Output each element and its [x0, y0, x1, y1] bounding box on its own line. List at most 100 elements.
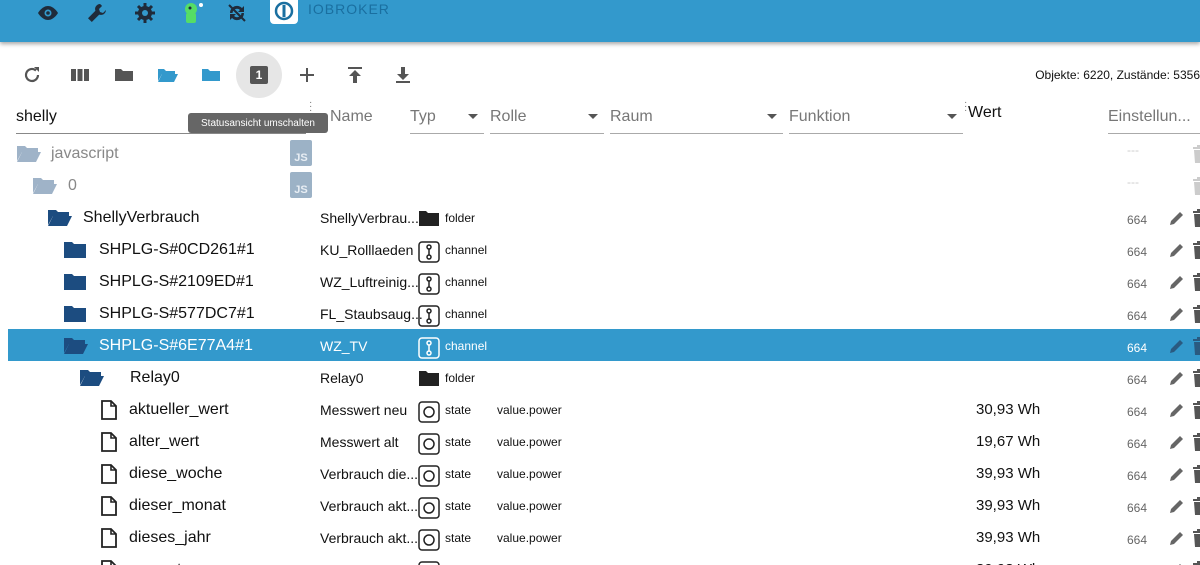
object-display-name: Verbrauch akt...	[320, 530, 419, 546]
folder-open-icon[interactable]	[79, 368, 105, 393]
pencil-icon[interactable]	[1168, 209, 1186, 232]
acl-permissions[interactable]: 664	[1127, 373, 1147, 387]
acl-permissions[interactable]: 664	[1127, 533, 1147, 547]
trash-icon[interactable]	[1192, 209, 1200, 232]
folder-open-icon[interactable]	[32, 176, 58, 201]
pencil-icon[interactable]	[1168, 433, 1186, 456]
tree-row[interactable]: gesamtGesamter Verb...statevalue.power39…	[8, 553, 1200, 565]
download-button[interactable]	[380, 52, 426, 98]
tree-row[interactable]: Relay0 Relay0 folder 664	[8, 361, 1200, 393]
tree-row[interactable]: 0 JS ---	[8, 169, 1200, 201]
search-input[interactable]: shelly	[16, 108, 57, 126]
collapse-all-button[interactable]	[101, 52, 147, 98]
object-type: channel	[445, 275, 488, 289]
tree-row[interactable]: aktueller_wert Messwert neu state value.pow…	[8, 393, 1200, 425]
gear-icon[interactable]	[130, 0, 160, 26]
upload-button[interactable]	[332, 52, 378, 98]
pencil-icon[interactable]	[1168, 465, 1186, 488]
trash-icon[interactable]	[1192, 401, 1200, 424]
tree-row[interactable]: javascript JS ---	[8, 137, 1200, 169]
tree-row[interactable]: diese_woche Verbrauch die... state value.po…	[8, 457, 1200, 489]
object-value[interactable]: 39,93 Wh	[976, 497, 1040, 514]
wrench-icon[interactable]	[82, 0, 112, 26]
trash-icon[interactable]	[1192, 369, 1200, 392]
tree-row[interactable]: ShellyVerbrauch ShellyVerbrau... folder 664	[8, 201, 1200, 233]
refresh-button[interactable]	[9, 52, 55, 98]
trash-icon[interactable]	[1192, 145, 1200, 168]
folder-closed-icon[interactable]	[63, 304, 87, 329]
pencil-icon[interactable]	[1168, 497, 1186, 520]
folder-closed-icon[interactable]	[63, 240, 87, 265]
folder-closed-icon[interactable]	[63, 272, 87, 297]
acl-permissions[interactable]: ---	[1127, 175, 1139, 189]
columns-button[interactable]	[57, 52, 103, 98]
type-filter[interactable]: Typ	[410, 100, 484, 134]
file-icon[interactable]	[101, 528, 117, 553]
folder-open-icon[interactable]	[47, 208, 73, 233]
tree-row[interactable]: SHPLG-S#0CD261#1 KU_Rolllaeden channel 664	[8, 233, 1200, 265]
file-icon[interactable]	[101, 432, 117, 457]
trash-icon[interactable]	[1192, 497, 1200, 520]
tree-row[interactable]: SHPLG-S#577DC7#1 FL_Staubsaug... channel 66…	[8, 297, 1200, 329]
tree-row[interactable]: alter_wert Messwert alt state value.power 19…	[8, 425, 1200, 457]
room-filter[interactable]: Raum	[610, 100, 783, 134]
file-icon[interactable]	[101, 464, 117, 489]
acl-permissions[interactable]: 664	[1127, 501, 1147, 515]
tree-row[interactable]: SHPLG-S#6E77A4#1 WZ_TV channel 664	[8, 329, 1200, 361]
add-object-button[interactable]	[284, 52, 330, 98]
user-ghost-icon[interactable]	[178, 0, 208, 26]
tree-row[interactable]: dieser_monat Verbrauch akt... state value.p…	[8, 489, 1200, 521]
file-icon[interactable]	[101, 496, 117, 521]
expand-all-button[interactable]	[188, 52, 234, 98]
column-resize-handle[interactable]: · · ·	[309, 98, 312, 116]
acl-permissions[interactable]: 664	[1127, 341, 1147, 355]
object-value[interactable]: 39,93 Wh	[976, 529, 1040, 546]
acl-permissions[interactable]: 664	[1127, 245, 1147, 259]
role-filter[interactable]: Rolle	[490, 100, 604, 134]
object-value[interactable]: 30,93 Wh	[976, 401, 1040, 418]
pencil-icon[interactable]	[1168, 305, 1186, 328]
acl-permissions[interactable]: 664	[1127, 213, 1147, 227]
function-filter[interactable]: Funktion	[789, 100, 963, 134]
folder-open-icon[interactable]	[63, 336, 89, 361]
acl-permissions[interactable]: 664	[1127, 309, 1147, 323]
object-value[interactable]: 39,93 Wh	[976, 561, 1040, 565]
pencil-icon[interactable]	[1168, 273, 1186, 296]
trash-icon[interactable]	[1192, 561, 1200, 565]
tree-row[interactable]: SHPLG-S#2109ED#1 WZ_Luftreinig... channel 6…	[8, 265, 1200, 297]
object-type: state	[445, 467, 472, 481]
trash-icon[interactable]	[1192, 465, 1200, 488]
acl-permissions[interactable]: 664	[1127, 405, 1147, 419]
acl-permissions[interactable]: 664	[1127, 437, 1147, 451]
object-type: channel	[445, 307, 488, 321]
settings-column-header: Einstellun...	[1108, 100, 1200, 134]
sync-off-icon[interactable]	[222, 0, 252, 26]
name-filter[interactable]: Name	[330, 100, 386, 134]
toggle-status-view-button[interactable]: 1	[236, 52, 282, 98]
file-icon[interactable]	[101, 560, 117, 565]
object-value[interactable]: 39,93 Wh	[976, 465, 1040, 482]
pencil-icon[interactable]	[1168, 241, 1186, 264]
expand-one-button[interactable]	[145, 52, 191, 98]
trash-icon[interactable]	[1192, 273, 1200, 296]
trash-icon[interactable]	[1192, 177, 1200, 200]
pencil-icon[interactable]	[1168, 369, 1186, 392]
pencil-icon[interactable]	[1168, 337, 1186, 360]
acl-permissions[interactable]: 664	[1127, 469, 1147, 483]
acl-permissions[interactable]: 664	[1127, 277, 1147, 291]
trash-icon[interactable]	[1192, 529, 1200, 552]
column-resize-handle[interactable]: · · ·	[964, 98, 967, 116]
eye-icon[interactable]	[33, 0, 63, 26]
pencil-icon[interactable]	[1168, 561, 1186, 565]
trash-icon[interactable]	[1192, 305, 1200, 328]
pencil-icon[interactable]	[1168, 401, 1186, 424]
object-value[interactable]: 19,67 Wh	[976, 433, 1040, 450]
trash-icon[interactable]	[1192, 337, 1200, 360]
folder-open-icon[interactable]	[16, 144, 42, 169]
tree-row[interactable]: dieses_jahr Verbrauch akt... state value.po…	[8, 521, 1200, 553]
acl-permissions[interactable]: ---	[1127, 143, 1139, 157]
pencil-icon[interactable]	[1168, 529, 1186, 552]
trash-icon[interactable]	[1192, 241, 1200, 264]
trash-icon[interactable]	[1192, 433, 1200, 456]
file-icon[interactable]	[101, 400, 117, 425]
